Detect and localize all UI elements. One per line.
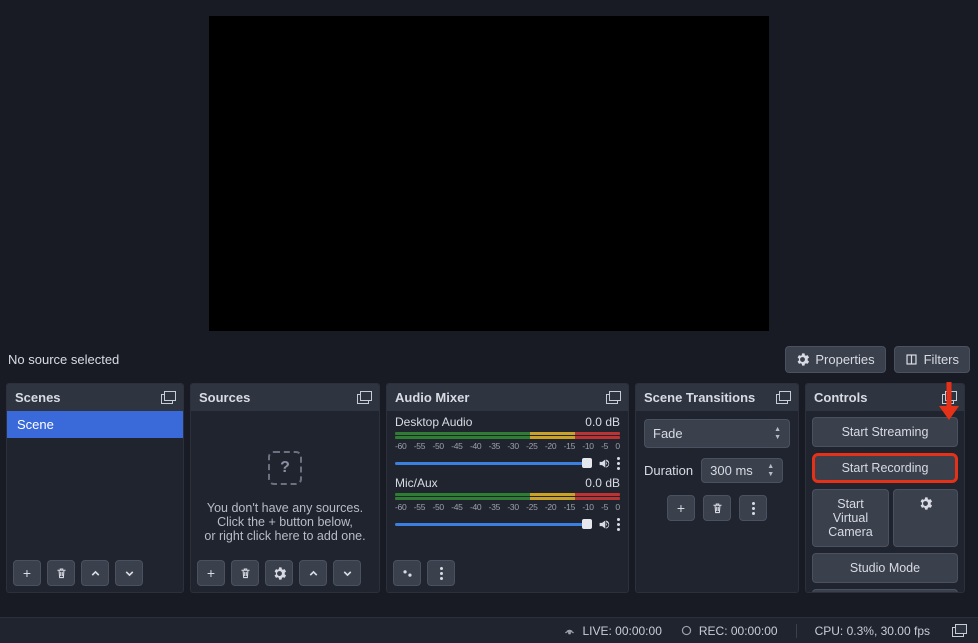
trash-icon [239, 567, 252, 580]
scene-down-button[interactable] [115, 560, 143, 586]
sources-list[interactable]: ? You don't have any sources. Click the … [191, 411, 379, 554]
source-delete-button[interactable] [231, 560, 259, 586]
status-bar: LIVE: 00:00:00 REC: 00:00:00 CPU: 0.3%, … [0, 617, 978, 643]
scene-item[interactable]: Scene [7, 411, 183, 438]
dock-icon[interactable] [357, 392, 371, 403]
gear-icon [273, 567, 286, 580]
chevron-up-icon[interactable]: ▲ [767, 464, 774, 470]
properties-label: Properties [815, 352, 874, 367]
filters-icon [905, 353, 918, 366]
transition-delete-button[interactable] [703, 495, 731, 521]
gear-icon [919, 497, 932, 510]
status-cpu: CPU: 0.3%, 30.00 fps [815, 624, 930, 638]
scenes-title: Scenes [15, 390, 61, 405]
channel-db: 0.0 dB [585, 415, 620, 429]
volume-slider[interactable] [395, 462, 592, 465]
mixer-channel: Mic/Aux 0.0 dB -60-55-50-45-40-35-30-25-… [387, 472, 628, 533]
channel-name: Mic/Aux [395, 476, 438, 490]
signal-icon [563, 624, 576, 637]
chevron-down-icon: ▼ [774, 435, 781, 441]
plus-icon: + [677, 500, 685, 516]
speaker-icon[interactable] [598, 518, 611, 531]
mixer-menu-button[interactable] [427, 560, 455, 586]
filters-button[interactable]: Filters [894, 346, 970, 373]
trash-icon [711, 502, 724, 515]
studio-mode-button[interactable]: Studio Mode [812, 553, 958, 583]
source-up-button[interactable] [299, 560, 327, 586]
dock-icon[interactable] [942, 392, 956, 403]
duration-label: Duration [644, 463, 693, 478]
scene-up-button[interactable] [81, 560, 109, 586]
source-toolbar: No source selected Properties Filters [0, 340, 978, 383]
dock-icon[interactable] [776, 392, 790, 403]
transitions-panel: Scene Transitions Fade ▲ ▼ Duration 300 m… [635, 383, 799, 593]
plus-icon: + [23, 565, 31, 581]
sources-title: Sources [199, 390, 250, 405]
channel-db: 0.0 dB [585, 476, 620, 490]
gear-icon [796, 353, 809, 366]
dock-icon[interactable] [952, 625, 966, 636]
volume-slider[interactable] [395, 523, 592, 526]
chevron-down-icon [341, 567, 354, 580]
sources-empty-line: Click the + button below, [191, 515, 379, 529]
transition-select[interactable]: Fade ▲ ▼ [644, 419, 790, 448]
dock-icon[interactable] [606, 392, 620, 403]
source-add-button[interactable]: + [197, 560, 225, 586]
record-icon [680, 624, 693, 637]
transition-selected: Fade [653, 426, 683, 441]
duration-spinbox[interactable]: 300 ms ▲ ▼ [701, 458, 783, 483]
duration-value: 300 ms [710, 463, 753, 478]
transitions-title: Scene Transitions [644, 390, 755, 405]
transition-menu-button[interactable] [739, 495, 767, 521]
scene-delete-button[interactable] [47, 560, 75, 586]
virtual-camera-settings-button[interactable] [893, 489, 958, 547]
chevron-up-icon: ▲ [774, 427, 781, 433]
status-live: LIVE: 00:00:00 [582, 624, 661, 638]
gears-icon [401, 567, 414, 580]
channel-menu-button[interactable] [617, 518, 620, 531]
sources-empty-line: You don't have any sources. [191, 501, 379, 515]
dock-icon[interactable] [161, 392, 175, 403]
source-settings-button[interactable] [265, 560, 293, 586]
sources-panel: Sources ? You don't have any sources. Cl… [190, 383, 380, 593]
sources-empty-line: or right click here to add one. [191, 529, 379, 543]
scenes-panel: Scenes Scene + [6, 383, 184, 593]
source-down-button[interactable] [333, 560, 361, 586]
speaker-icon[interactable] [598, 457, 611, 470]
mixer-advanced-button[interactable] [393, 560, 421, 586]
start-recording-button[interactable]: Start Recording [812, 453, 958, 483]
channel-menu-button[interactable] [617, 457, 620, 470]
status-rec: REC: 00:00:00 [699, 624, 778, 638]
chevron-down-icon[interactable]: ▼ [767, 472, 774, 478]
properties-button[interactable]: Properties [785, 346, 885, 373]
controls-title: Controls [814, 390, 867, 405]
mixer-channel: Desktop Audio 0.0 dB -60-55-50-45-40-35-… [387, 411, 628, 472]
no-source-label: No source selected [8, 352, 119, 367]
mixer-title: Audio Mixer [395, 390, 469, 405]
chevron-down-icon [123, 567, 136, 580]
audio-mixer-panel: Audio Mixer Desktop Audio 0.0 dB -60-55-… [386, 383, 629, 593]
preview-area [0, 0, 978, 340]
settings-button[interactable]: Settings [812, 589, 958, 593]
start-virtual-camera-button[interactable]: Start Virtual Camera [812, 489, 889, 547]
scene-add-button[interactable]: + [13, 560, 41, 586]
filters-label: Filters [924, 352, 959, 367]
preview-canvas[interactable] [209, 16, 769, 331]
plus-icon: + [207, 565, 215, 581]
transition-add-button[interactable]: + [667, 495, 695, 521]
chevron-up-icon [307, 567, 320, 580]
start-streaming-button[interactable]: Start Streaming [812, 417, 958, 447]
question-icon: ? [268, 451, 302, 485]
channel-name: Desktop Audio [395, 415, 472, 429]
trash-icon [55, 567, 68, 580]
controls-panel: Controls Start Streaming Start Recording… [805, 383, 965, 593]
chevron-up-icon [89, 567, 102, 580]
